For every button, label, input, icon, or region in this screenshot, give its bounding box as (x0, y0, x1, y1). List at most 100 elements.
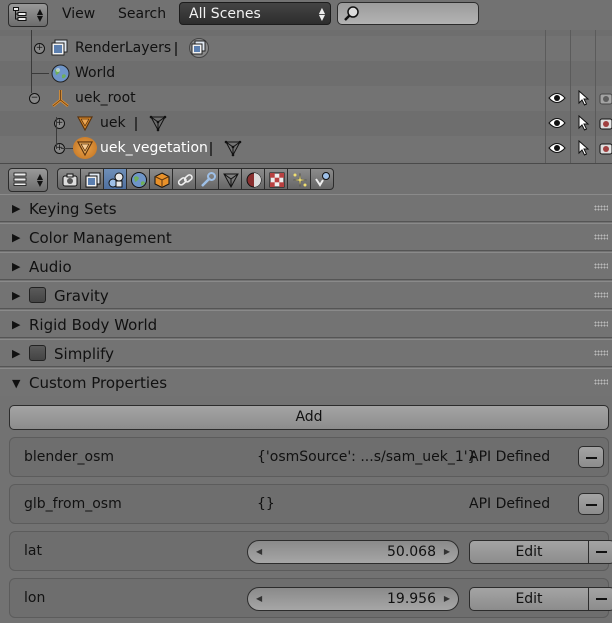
remove-property-button[interactable] (588, 540, 612, 564)
edit-property-button[interactable]: Edit (469, 587, 589, 611)
lat-number-field[interactable]: ◀ 50.068 ▶ (247, 540, 459, 564)
drag-handle-icon[interactable] (594, 379, 608, 385)
drag-handle-icon[interactable] (594, 205, 608, 211)
expand-arrow-icon: ▶ (12, 231, 21, 244)
outliner-item-label: uek_root (75, 90, 136, 106)
panel-title: Keying Sets (29, 200, 117, 218)
camera-icon[interactable] (599, 141, 612, 155)
tab-render-layers[interactable] (80, 168, 104, 190)
property-lat: lat ◀ 50.068 ▶ Edit (9, 531, 612, 571)
drag-handle-icon[interactable] (594, 350, 608, 356)
number-value: 19.956 (387, 591, 436, 607)
scene-select[interactable]: All Scenes ▲ ▼ (179, 2, 331, 25)
editor-type-button[interactable]: ▲ ▼ (8, 168, 48, 192)
tree-line (31, 30, 32, 93)
add-property-button[interactable]: Add (9, 405, 609, 430)
edit-property-button[interactable]: Edit (469, 540, 589, 564)
tab-physics[interactable] (310, 168, 334, 190)
tab-constraints[interactable] (172, 168, 196, 190)
increment-arrow-icon[interactable]: ▶ (444, 547, 450, 556)
constraint-icon (177, 174, 193, 186)
panel-keying-sets[interactable]: ▶ Keying Sets (0, 194, 612, 222)
panel-title: Rigid Body World (29, 316, 158, 334)
drag-handle-icon[interactable] (594, 234, 608, 240)
outliner-row-uek-vegetation[interactable]: + uek_vegetation (0, 136, 612, 161)
property-key: lat (24, 543, 42, 559)
empty-object-icon (52, 90, 69, 107)
simplify-checkbox[interactable] (29, 345, 46, 361)
property-glb-from-osm: glb_from_osm {} API Defined (9, 484, 609, 524)
outliner-row-uek-root[interactable]: − uek_root (0, 86, 612, 111)
tab-object[interactable] (149, 168, 173, 190)
render-layers-icon (51, 39, 68, 56)
remove-property-button[interactable] (578, 446, 604, 468)
collapse-arrow-icon: ▼ (12, 377, 21, 390)
gravity-checkbox[interactable] (29, 287, 46, 303)
eye-icon[interactable] (548, 116, 566, 130)
outliner-row-uek[interactable]: + uek (0, 111, 612, 136)
increment-arrow-icon[interactable]: ▶ (444, 594, 450, 603)
decrement-arrow-icon[interactable]: ◀ (256, 594, 262, 603)
panel-color-management[interactable]: ▶ Color Management (0, 223, 612, 251)
render-layers-icon[interactable] (189, 38, 209, 58)
camera-icon (62, 173, 78, 187)
view-menu[interactable]: View (62, 6, 95, 22)
column-divider (545, 30, 546, 163)
expand-arrow-icon: ▶ (12, 260, 21, 273)
tab-modifiers[interactable] (195, 168, 219, 190)
remove-property-button[interactable] (578, 493, 604, 515)
property-value: {} (257, 496, 275, 512)
material-icon (246, 172, 262, 188)
outliner-icon (13, 7, 27, 21)
eye-icon[interactable] (548, 91, 566, 105)
property-api-label: API Defined (469, 496, 551, 512)
tab-world[interactable] (126, 168, 150, 190)
tab-texture[interactable] (264, 168, 288, 190)
camera-icon[interactable] (599, 116, 612, 130)
tab-data[interactable] (218, 168, 242, 190)
minus-icon (586, 504, 597, 506)
tab-particles[interactable] (287, 168, 311, 190)
eye-icon[interactable] (548, 141, 566, 155)
mesh-data-icon[interactable] (149, 114, 167, 132)
search-input[interactable] (337, 2, 479, 25)
object-icon (154, 172, 170, 189)
cursor-icon[interactable] (578, 90, 590, 106)
mesh-data-icon[interactable] (224, 139, 242, 157)
search-menu[interactable]: Search (118, 6, 166, 22)
expand-arrow-icon: ▶ (12, 289, 21, 302)
outliner-item-label: uek (100, 115, 126, 131)
lon-number-field[interactable]: ◀ 19.956 ▶ (247, 587, 459, 611)
panel-rigid-body-world[interactable]: ▶ Rigid Body World (0, 310, 612, 338)
collapse-icon[interactable]: − (29, 93, 40, 104)
tab-scene[interactable] (103, 168, 127, 190)
decrement-arrow-icon[interactable]: ◀ (256, 547, 262, 556)
mesh-object-icon (76, 141, 94, 157)
mesh-data-icon (223, 173, 239, 189)
separator (135, 117, 137, 131)
panel-gravity[interactable]: ▶ Gravity (0, 281, 612, 309)
cursor-icon[interactable] (578, 115, 590, 131)
panel-simplify[interactable]: ▶ Simplify (0, 339, 612, 367)
outliner-row-renderlayers[interactable]: + RenderLayers (0, 36, 612, 61)
property-lon: lon ◀ 19.956 ▶ Edit (9, 578, 612, 618)
panel-audio[interactable]: ▶ Audio (0, 252, 612, 280)
chevron-updown-icon: ▲ ▼ (318, 6, 325, 22)
world-icon (51, 64, 70, 83)
expand-icon[interactable]: + (34, 43, 45, 54)
outliner-row-world[interactable]: World (0, 61, 612, 86)
editor-type-button[interactable]: ▲ ▼ (8, 3, 48, 27)
tab-material[interactable] (241, 168, 265, 190)
tab-render[interactable] (57, 168, 81, 190)
drag-handle-icon[interactable] (594, 292, 608, 298)
panel-custom-properties[interactable]: ▼ Custom Properties (0, 368, 612, 396)
cursor-icon[interactable] (578, 140, 590, 156)
drag-handle-icon[interactable] (594, 321, 608, 327)
outliner-header: ▲ ▼ View Search All Scenes ▲ ▼ (0, 0, 612, 30)
separator (210, 142, 212, 156)
minus-icon (586, 457, 597, 459)
drag-handle-icon[interactable] (594, 263, 608, 269)
remove-property-button[interactable] (588, 587, 612, 611)
wrench-icon (201, 172, 216, 187)
camera-icon[interactable] (599, 91, 612, 105)
